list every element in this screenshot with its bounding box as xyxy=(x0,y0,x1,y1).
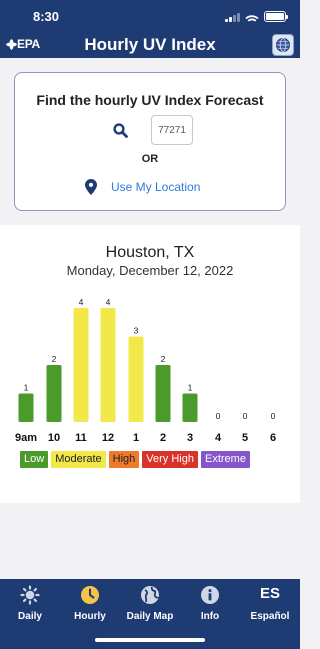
hour-tick-label: 2 xyxy=(160,432,166,444)
legend-high: High xyxy=(108,451,140,468)
legend-low: Low xyxy=(20,451,49,468)
status-icons xyxy=(225,11,288,22)
uv-bar xyxy=(182,393,198,422)
home-indicator[interactable] xyxy=(95,638,205,642)
uv-bar xyxy=(155,365,171,422)
page-title: Hourly UV Index xyxy=(84,35,216,54)
search-title: Find the hourly UV Index Forecast xyxy=(36,92,264,108)
tab-label: Español xyxy=(250,611,290,622)
tab-label: Daily xyxy=(18,611,42,622)
uv-bar xyxy=(73,308,89,422)
globe-icon xyxy=(276,38,290,52)
hour-tick-label: 11 xyxy=(75,432,87,444)
hour-tick-label: 4 xyxy=(215,432,222,444)
uv-bar xyxy=(46,365,62,422)
uv-bar-value-label: 1 xyxy=(188,383,193,393)
legend-very-high: Very High xyxy=(142,451,198,468)
bottom-tab-bar: Daily Hourly Daily Map Info ES Español xyxy=(0,579,300,649)
uv-bar-value-label: 4 xyxy=(106,297,111,307)
uv-bar xyxy=(128,336,144,422)
legend-moderate: Moderate xyxy=(51,451,106,468)
tab-label: Daily Map xyxy=(126,611,174,622)
uv-bar-value-label: 4 xyxy=(79,297,84,307)
legend-extreme: Extreme xyxy=(201,451,250,468)
tab-hourly[interactable]: Hourly xyxy=(60,579,120,627)
status-time: 8:30 xyxy=(33,9,60,24)
hour-tick-label: 10 xyxy=(48,432,60,444)
or-divider-label: OR xyxy=(141,153,159,165)
location-pin-icon[interactable] xyxy=(85,179,97,195)
use-my-location-link[interactable]: Use My Location xyxy=(111,180,200,194)
forecast-search-card: Find the hourly UV Index Forecast OR Use… xyxy=(14,72,286,211)
app-header: EPA Hourly UV Index xyxy=(0,32,300,58)
tab-espanol[interactable]: ES Español xyxy=(240,579,300,627)
app-root: 8:30 EPA Hourly UV Index Find the hourly… xyxy=(0,0,300,649)
search-icon[interactable] xyxy=(113,123,128,138)
hour-tick-label: 9am xyxy=(15,432,37,444)
hour-tick-label: 12 xyxy=(102,432,114,444)
tab-info[interactable]: Info xyxy=(180,579,240,627)
hour-tick-label: 6 xyxy=(270,432,276,444)
uv-bar-value-label: 3 xyxy=(134,326,139,336)
hour-tick-label: 3 xyxy=(187,432,193,444)
tab-label: Hourly xyxy=(74,611,106,622)
tab-daily-map[interactable]: Daily Map xyxy=(120,579,180,627)
sun-icon xyxy=(20,585,40,610)
info-icon xyxy=(200,585,220,610)
use-location-row[interactable]: Use My Location xyxy=(15,179,285,197)
hour-tick-label: 5 xyxy=(242,432,248,444)
status-bar: 8:30 xyxy=(0,0,300,32)
uv-bar xyxy=(100,308,116,422)
uv-bar-value-label: 0 xyxy=(216,411,221,421)
uv-bar-value-label: 0 xyxy=(271,411,276,421)
hourly-uv-bar-chart: 19am210411412312213040506 xyxy=(15,297,276,444)
zip-search-row xyxy=(15,115,285,145)
language-globe-button[interactable] xyxy=(272,34,294,56)
es-icon: ES xyxy=(259,585,281,602)
uv-scale-legend: Low Moderate High Very High Extreme xyxy=(20,451,250,468)
hour-tick-label: 1 xyxy=(133,432,139,444)
globe-icon xyxy=(140,585,160,610)
tab-daily[interactable]: Daily xyxy=(0,579,60,627)
uv-bar xyxy=(18,393,34,422)
uv-bar-value-label: 0 xyxy=(243,411,248,421)
zip-code-input[interactable] xyxy=(151,115,193,145)
battery-icon xyxy=(264,11,288,22)
clock-icon xyxy=(80,585,100,610)
uv-bar-value-label: 2 xyxy=(161,354,166,364)
uv-bar-value-label: 1 xyxy=(24,383,29,393)
wifi-icon xyxy=(245,12,259,22)
tab-label: Info xyxy=(200,611,220,622)
uv-bar-value-label: 2 xyxy=(52,354,57,364)
cellular-signal-icon xyxy=(225,12,240,22)
forecast-results-panel: Houston, TX Monday, December 12, 2022 19… xyxy=(0,225,300,503)
